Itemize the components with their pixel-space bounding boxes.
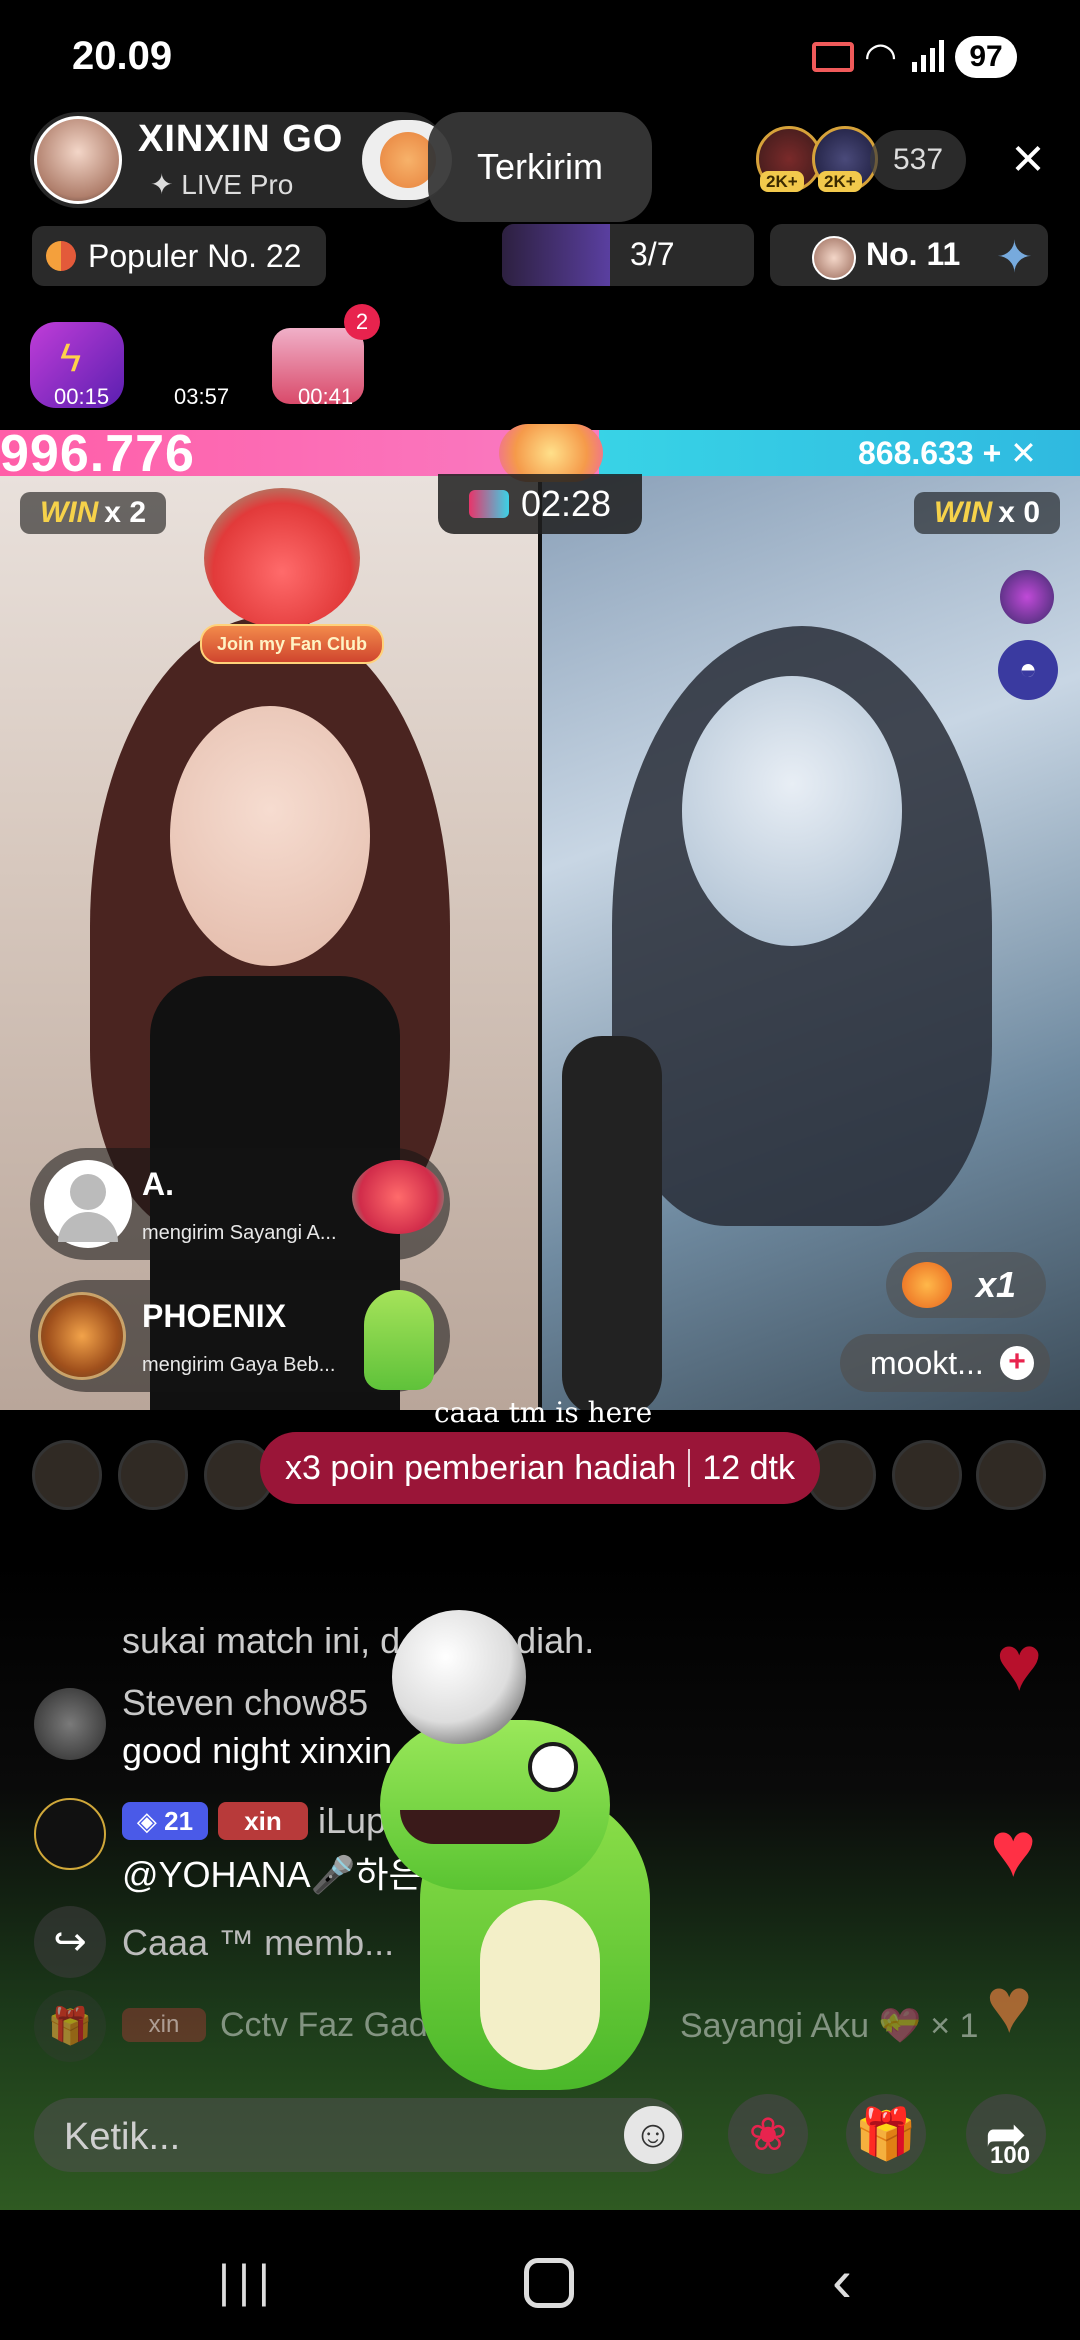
host-avatar[interactable] (34, 116, 122, 204)
gift-sender-name: A. (142, 1166, 174, 1202)
ranking-progress: 3/7 (630, 236, 675, 272)
fan-club-button[interactable]: Join my Fan Club (200, 624, 384, 664)
avatar[interactable] (34, 1688, 106, 1760)
soccer-ball-icon (392, 1610, 526, 1744)
fan-club-mascot-icon[interactable] (204, 488, 360, 628)
avatar (38, 1292, 126, 1380)
gift-icon: 🎁 (34, 1990, 106, 2062)
bonus-text: x3 poin pemberian hadiah (285, 1448, 677, 1487)
wifi-icon: ◠ (864, 36, 898, 78)
fire-gift-icon (902, 1262, 952, 1308)
home-icon[interactable] (524, 2258, 574, 2308)
event-timer: 03:57 (174, 384, 230, 409)
ranking-avatar (812, 236, 856, 280)
join-caption: caaa tm is here (434, 1396, 653, 1429)
rank-emblem-icon (502, 224, 610, 286)
battle-icon (468, 490, 509, 518)
recents-icon[interactable]: ||| (218, 2254, 278, 2308)
gift-description: mengirim Gaya Beb... (142, 1354, 336, 1376)
dino-head (380, 1720, 610, 1890)
chat-username[interactable]: Steven chow85 (122, 1682, 368, 1724)
comment-input[interactable] (62, 2114, 506, 2160)
ranking-number: No. 11 (866, 236, 961, 272)
avatar[interactable] (34, 1798, 106, 1870)
chat-message: Caaa ™ memb... (122, 1922, 395, 1963)
popular-rank-pill[interactable]: Populer No. 22 (32, 226, 326, 286)
fan-badge: xin (218, 1802, 308, 1840)
level-badge: ◈ 21 (122, 1802, 208, 1840)
chat-message: good night xinxin (122, 1730, 393, 1771)
left-win-streak: WIN x 2 (20, 492, 166, 534)
status-time: 20.09 (72, 34, 173, 78)
dino-mouth (400, 1810, 560, 1844)
viewer-badge: 2K+ (818, 171, 862, 192)
signal-icon (910, 38, 946, 74)
close-icon[interactable]: × (1000, 130, 1056, 186)
popular-rank-label: Populer No. 22 (88, 237, 302, 274)
sparkle-icon: ✦ (996, 233, 1033, 282)
cast-icon (812, 42, 854, 72)
gift-heart-icon (352, 1160, 444, 1234)
mask-icon[interactable]: ◓ (998, 640, 1058, 700)
left-score: 996.776 (0, 425, 195, 483)
host-name: XINXIN GO (138, 118, 344, 160)
smile-icon[interactable]: ☺ (624, 2106, 682, 2164)
gift-sender-name: PHOENIX (142, 1298, 287, 1334)
contributor-avatar[interactable] (892, 1440, 962, 1510)
heart-icon: ♥ (990, 1805, 1037, 1893)
back-icon[interactable]: ‹ (832, 2246, 852, 2315)
right-score: 868.633 + ✕ (858, 435, 1037, 471)
bonus-points-banner: x3 poin pemberian hadiah 12 dtk (260, 1432, 820, 1504)
dino-gift-icon (364, 1290, 434, 1390)
follow-guest-button[interactable]: + (1000, 1346, 1034, 1380)
contributor-avatar[interactable] (32, 1440, 102, 1510)
gift-combo: x1 (886, 1252, 1046, 1318)
dino-eye (528, 1742, 578, 1792)
popular-heart-icon (46, 241, 76, 271)
live-pro-badge: ✦ LIVE Pro (150, 169, 294, 200)
share-count: 100 (990, 2142, 1031, 2169)
viewer-badge: 2K+ (760, 171, 804, 192)
fan-badge: xin (122, 2008, 206, 2042)
rose-icon[interactable]: ❀ (728, 2094, 808, 2174)
sent-toast: Terkirim (428, 112, 652, 222)
heart-icon: ♥ (986, 1961, 1033, 2049)
share-icon: ↪ (34, 1906, 106, 1978)
gift-description: mengirim Sayangi A... (142, 1222, 337, 1244)
chat-message: sukai match ini, d...m Hadiah. (122, 1620, 595, 1661)
right-win-streak: WIN x 0 (914, 492, 1060, 534)
dino-belly (480, 1900, 600, 2070)
contributor-avatar[interactable] (118, 1440, 188, 1510)
lightning-icon[interactable] (1000, 570, 1054, 624)
bonus-countdown: 12 dtk (702, 1448, 795, 1487)
lightning-timer: 00:15 (54, 384, 110, 409)
heart-icon: ♥ (996, 1619, 1043, 1707)
chat-message: Sayangi Aku 💝 × 1 (680, 2007, 979, 2045)
battle-timer: 02:28 (438, 474, 642, 534)
viewer-count[interactable]: 537 (870, 130, 966, 190)
contributor-avatar[interactable] (976, 1440, 1046, 1510)
battle-divider (538, 476, 542, 1410)
chest-count-badge: 2 (344, 304, 380, 340)
avatar (44, 1160, 132, 1248)
chest-timer: 00:41 (298, 384, 354, 409)
gift-icon[interactable]: 🎁 (846, 2094, 926, 2174)
battery-indicator: 97 (955, 36, 1017, 78)
